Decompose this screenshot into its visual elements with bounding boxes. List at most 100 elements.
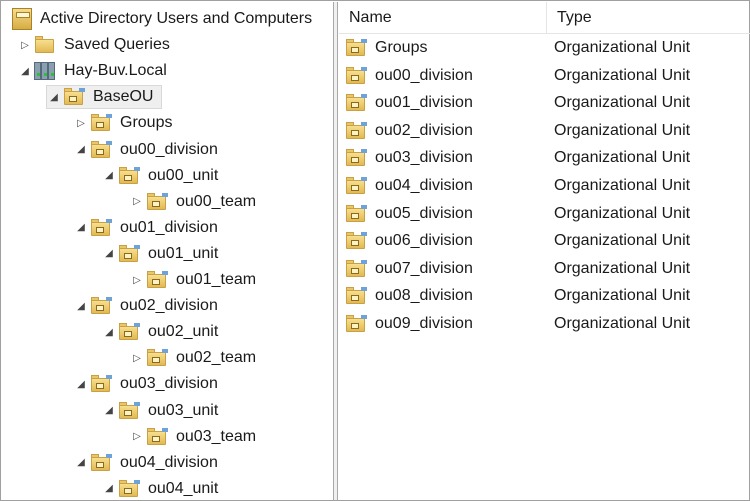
- row-type: Organizational Unit: [554, 149, 691, 167]
- organizational-unit-icon: [345, 66, 367, 85]
- list-row[interactable]: ou03_division Organizational Unit: [339, 145, 750, 171]
- tree-node[interactable]: ▷ ou00_team: [130, 190, 256, 214]
- row-type: Organizational Unit: [554, 204, 691, 222]
- list-row[interactable]: ou08_division Organizational Unit: [339, 283, 750, 309]
- row-name: ou06_division: [375, 232, 473, 250]
- tree-node[interactable]: ◢ Hay-Buv.Local: [18, 59, 167, 83]
- organizational-unit-icon: [90, 218, 112, 237]
- row-name: ou07_division: [375, 259, 473, 277]
- folder-icon: [34, 36, 56, 54]
- tree-node-label: ou04_division: [120, 453, 218, 471]
- organizational-unit-icon: [146, 192, 168, 211]
- list-row[interactable]: ou06_division Organizational Unit: [339, 228, 750, 254]
- tree-node[interactable]: ▷ ou02_team: [130, 346, 256, 370]
- row-name: ou02_division: [375, 121, 473, 139]
- list-row[interactable]: ou07_division Organizational Unit: [339, 256, 750, 282]
- tree-node[interactable]: ◢ ou02_division: [74, 294, 218, 318]
- organizational-unit-icon: [118, 401, 140, 420]
- row-type: Organizational Unit: [554, 287, 691, 305]
- collapse-toggle-icon[interactable]: ◢: [102, 404, 116, 418]
- list-row[interactable]: ou05_division Organizational Unit: [339, 201, 750, 227]
- collapse-toggle-icon[interactable]: ◢: [74, 143, 88, 157]
- list-row[interactable]: Groups Organizational Unit: [339, 35, 750, 61]
- tree-node-label: BaseOU: [93, 88, 154, 106]
- organizational-unit-icon: [90, 375, 112, 393]
- organizational-unit-icon: [63, 88, 85, 106]
- row-name: ou00_division: [375, 66, 473, 84]
- tree-node-label: ou00_unit: [148, 166, 219, 184]
- list-row[interactable]: ou02_division Organizational Unit: [339, 118, 750, 144]
- tree-node[interactable]: ◢ ou02_unit: [102, 320, 218, 344]
- expand-toggle-icon[interactable]: ▷: [130, 273, 144, 287]
- tree-node[interactable]: ◢ ou03_unit: [102, 399, 218, 423]
- console-root-icon: [12, 8, 32, 30]
- tree-node-label: ou00_division: [120, 140, 218, 158]
- organizational-unit-icon: [146, 349, 168, 367]
- details-list[interactable]: Name Type Groups Organizational Unit ou00_…: [339, 2, 750, 500]
- expand-toggle-icon[interactable]: ▷: [18, 38, 32, 52]
- tree-node-label: ou02_division: [120, 297, 218, 315]
- tree-node-label: ou01_unit: [148, 244, 219, 262]
- row-name: ou03_division: [375, 149, 473, 167]
- row-name: ou09_division: [375, 315, 473, 332]
- list-row[interactable]: ou01_division Organizational Unit: [339, 90, 750, 116]
- column-header-name[interactable]: Name: [339, 2, 547, 34]
- organizational-unit-icon: [146, 271, 168, 289]
- tree-node-label: Active Directory Users and Computers: [40, 10, 313, 27]
- console-tree[interactable]: Active Directory Users and Computers ▷ Sav…: [2, 2, 334, 500]
- collapse-toggle-icon[interactable]: ◢: [74, 377, 88, 391]
- row-type: Organizational Unit: [554, 94, 691, 112]
- list-row[interactable]: ou09_division Organizational Unit: [339, 311, 750, 337]
- row-type: Organizational Unit: [554, 177, 691, 194]
- tree-node[interactable]: ◢ ou00_division: [74, 138, 218, 162]
- collapse-toggle-icon[interactable]: ◢: [74, 299, 88, 313]
- tree-node[interactable]: Active Directory Users and Computers: [12, 7, 312, 31]
- organizational-unit-icon: [345, 177, 367, 195]
- tree-node[interactable]: ◢ ou01_unit: [102, 242, 218, 266]
- tree-node-label: ou01_division: [120, 218, 218, 236]
- collapse-toggle-icon[interactable]: ◢: [102, 325, 116, 339]
- organizational-unit-icon: [90, 140, 112, 159]
- column-header-type[interactable]: Type: [547, 2, 592, 34]
- row-name: ou05_division: [375, 204, 473, 222]
- collapse-toggle-icon[interactable]: ◢: [74, 456, 88, 470]
- collapse-toggle-icon[interactable]: ◢: [102, 247, 116, 261]
- organizational-unit-icon: [345, 149, 367, 167]
- organizational-unit-icon: [345, 121, 367, 140]
- tree-node[interactable]: ▷ Saved Queries: [18, 33, 170, 57]
- collapse-toggle-icon[interactable]: ◢: [74, 221, 88, 235]
- tree-node[interactable]: ▷ ou01_team: [130, 268, 256, 292]
- pane-splitter[interactable]: [334, 2, 338, 500]
- tree-node[interactable]: ▷ Groups: [74, 111, 172, 135]
- row-name: Groups: [375, 39, 428, 56]
- expand-toggle-icon[interactable]: ▷: [130, 430, 144, 444]
- expand-toggle-icon[interactable]: ▷: [130, 351, 144, 365]
- row-type: Organizational Unit: [554, 232, 691, 250]
- organizational-unit-icon: [90, 297, 112, 315]
- tree-node[interactable]: ◢ ou03_division: [74, 372, 218, 396]
- organizational-unit-icon: [146, 427, 168, 446]
- tree-node[interactable]: ◢ ou04_unit: [102, 477, 218, 500]
- list-row[interactable]: ou00_division Organizational Unit: [339, 63, 750, 89]
- expand-toggle-icon[interactable]: ▷: [74, 116, 88, 130]
- organizational-unit-icon: [118, 166, 140, 185]
- row-type: Organizational Unit: [554, 315, 691, 332]
- collapse-toggle-icon[interactable]: ◢: [18, 64, 32, 78]
- tree-node[interactable]: ◢ BaseOU: [46, 85, 163, 110]
- organizational-unit-icon: [345, 232, 367, 250]
- list-row[interactable]: ou04_division Organizational Unit: [339, 173, 750, 199]
- tree-node[interactable]: ◢ ou04_division: [74, 451, 218, 475]
- tree-node-label: ou04_unit: [148, 479, 219, 497]
- tree-node[interactable]: ▷ ou03_team: [130, 425, 256, 449]
- collapse-toggle-icon[interactable]: ◢: [102, 482, 116, 496]
- tree-node-label: ou03_division: [120, 375, 218, 393]
- organizational-unit-icon: [118, 323, 140, 341]
- collapse-toggle-icon[interactable]: ◢: [102, 169, 116, 183]
- expand-toggle-icon[interactable]: ▷: [130, 195, 144, 209]
- list-header: Name Type: [339, 2, 750, 34]
- tree-node[interactable]: ◢ ou00_unit: [102, 164, 218, 188]
- tree-node-label: ou03_team: [176, 427, 257, 445]
- collapse-toggle-icon[interactable]: ◢: [47, 90, 61, 104]
- tree-node[interactable]: ◢ ou01_division: [74, 216, 218, 240]
- organizational-unit-icon: [345, 287, 367, 305]
